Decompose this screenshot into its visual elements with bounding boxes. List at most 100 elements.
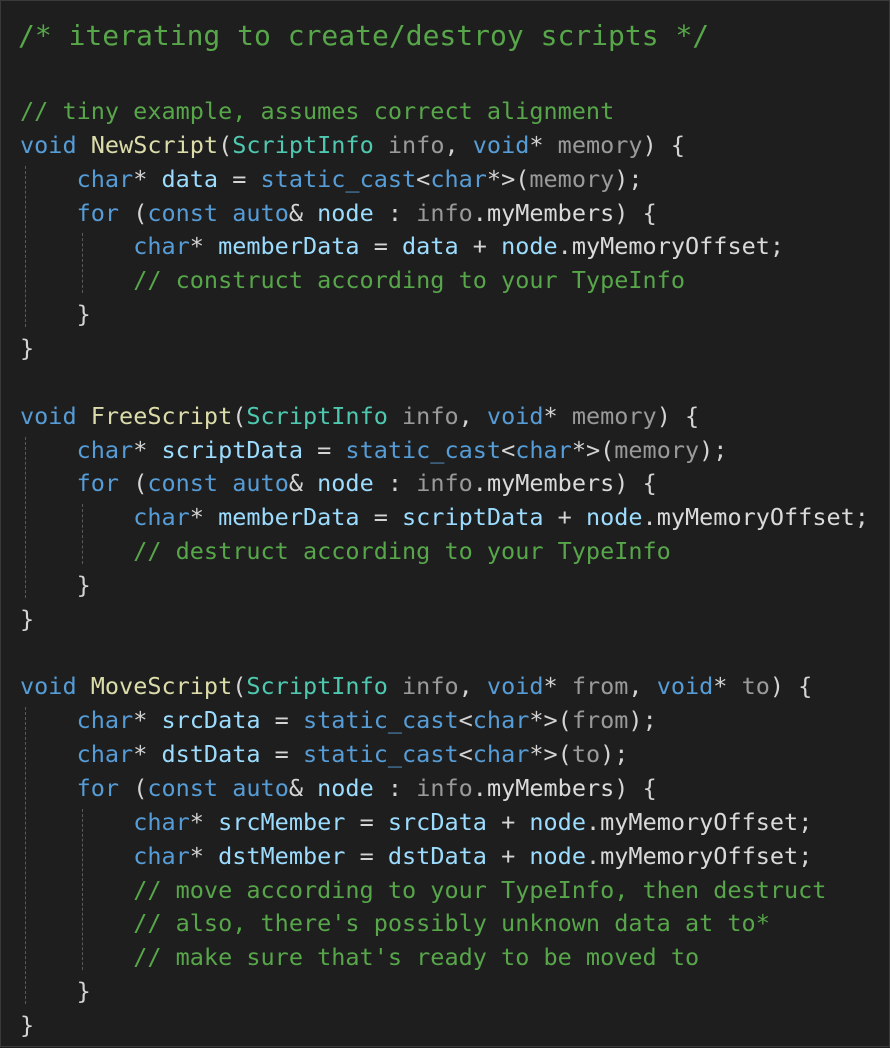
code-line: for (const auto& node : info.myMembers) … xyxy=(20,771,657,805)
code-token: info xyxy=(416,774,473,802)
code-line: void FreeScript(ScriptInfo info, void* m… xyxy=(20,399,699,433)
code-token: scriptData xyxy=(161,435,303,464)
code-token: * xyxy=(543,401,572,430)
code-line: for (const auto& node : info.myMembers) … xyxy=(20,466,657,500)
code-line: char* data = static_cast<char*>(memory); xyxy=(20,162,643,196)
code-token: static_cast xyxy=(345,435,502,464)
indent-guide xyxy=(25,436,26,598)
code-token: dstData xyxy=(161,740,261,769)
code-token: < xyxy=(501,435,516,464)
code-token: from xyxy=(571,706,629,735)
code-token: memory xyxy=(557,130,643,159)
code-token: const xyxy=(147,198,219,227)
code-token: node xyxy=(317,774,374,802)
code-token: , xyxy=(458,401,487,430)
code-token: ( xyxy=(119,774,148,802)
code-token: } xyxy=(20,1010,35,1039)
code-token: myMembers xyxy=(486,198,615,227)
code-token: ) { xyxy=(656,401,700,430)
code-token: *>( xyxy=(529,740,572,769)
code-token: * xyxy=(133,164,162,193)
code-title-comment: /* iterating to create/destroy scripts *… xyxy=(18,19,709,53)
indent-guide xyxy=(25,165,26,328)
code-token: void xyxy=(20,130,77,159)
code-token: static_cast xyxy=(302,740,459,769)
code-token: & xyxy=(288,469,318,498)
code-token: myMemoryOffset xyxy=(656,503,855,532)
code-token: node xyxy=(501,232,558,261)
code-line: } xyxy=(20,331,34,365)
code-token: * xyxy=(189,807,219,836)
code-token: . xyxy=(642,503,657,532)
code-token: } xyxy=(76,570,91,599)
code-token: auto xyxy=(232,469,289,498)
code-token: char xyxy=(472,706,530,735)
code-token: char xyxy=(76,164,134,193)
indent-guide xyxy=(82,504,83,565)
code-token: ; xyxy=(854,503,869,532)
code-token: ) { xyxy=(769,672,813,701)
code-token: ScriptInfo xyxy=(246,672,388,701)
code-token: . xyxy=(472,469,487,498)
code-editor[interactable]: /* iterating to create/destroy scripts *… xyxy=(1,1,890,1048)
code-token: + xyxy=(486,841,530,870)
code-token: FreeScript xyxy=(90,401,233,430)
code-token: myMemoryOffset xyxy=(571,232,770,261)
code-token: , xyxy=(444,130,473,159)
code-token: to xyxy=(571,740,601,769)
code-token: // make sure that's ready to be moved to xyxy=(133,943,700,972)
code-token: = xyxy=(359,503,403,532)
code-token: & xyxy=(288,198,318,227)
code-token: ); xyxy=(600,740,629,769)
code-token: /* iterating to create/destroy scripts *… xyxy=(18,19,710,52)
code-token: char xyxy=(430,164,487,193)
code-token: srcMember xyxy=(218,807,346,836)
code-token: // move according to your TypeInfo, then… xyxy=(133,875,827,904)
code-token: memory xyxy=(571,401,657,430)
code-token: = xyxy=(260,706,303,735)
code-token: NewScript xyxy=(90,130,219,159)
code-token: node xyxy=(529,841,586,870)
code-line: // tiny example, assumes correct alignme… xyxy=(20,94,614,128)
code-token: ); xyxy=(699,435,728,464)
code-token: memory xyxy=(529,164,615,193)
code-token: char xyxy=(76,435,134,464)
code-token: const xyxy=(147,469,219,498)
code-token: char xyxy=(133,807,190,836)
code-token: < xyxy=(416,164,431,193)
code-line: char* srcMember = srcData + node.myMemor… xyxy=(20,805,812,839)
code-token: info xyxy=(416,198,473,227)
code-token: info xyxy=(402,672,459,701)
code-token: myMembers xyxy=(486,469,615,498)
code-token: . xyxy=(585,807,601,836)
code-token: + xyxy=(543,503,586,532)
code-token: void xyxy=(486,672,544,701)
code-line: void NewScript(ScriptInfo info, void* me… xyxy=(20,128,685,162)
code-line: } xyxy=(20,568,91,602)
code-token: *>( xyxy=(529,706,572,735)
code-token: . xyxy=(557,232,572,261)
code-token: } xyxy=(20,604,35,633)
code-token: void xyxy=(20,401,77,430)
code-token: void xyxy=(656,672,714,701)
code-token: } xyxy=(76,977,91,1006)
code-token: * xyxy=(529,130,558,159)
code-token: // also, there's possibly unknown data a… xyxy=(133,909,770,938)
code-token: ) { xyxy=(614,774,657,802)
code-token: * xyxy=(133,435,162,464)
code-token: ; xyxy=(769,232,785,261)
